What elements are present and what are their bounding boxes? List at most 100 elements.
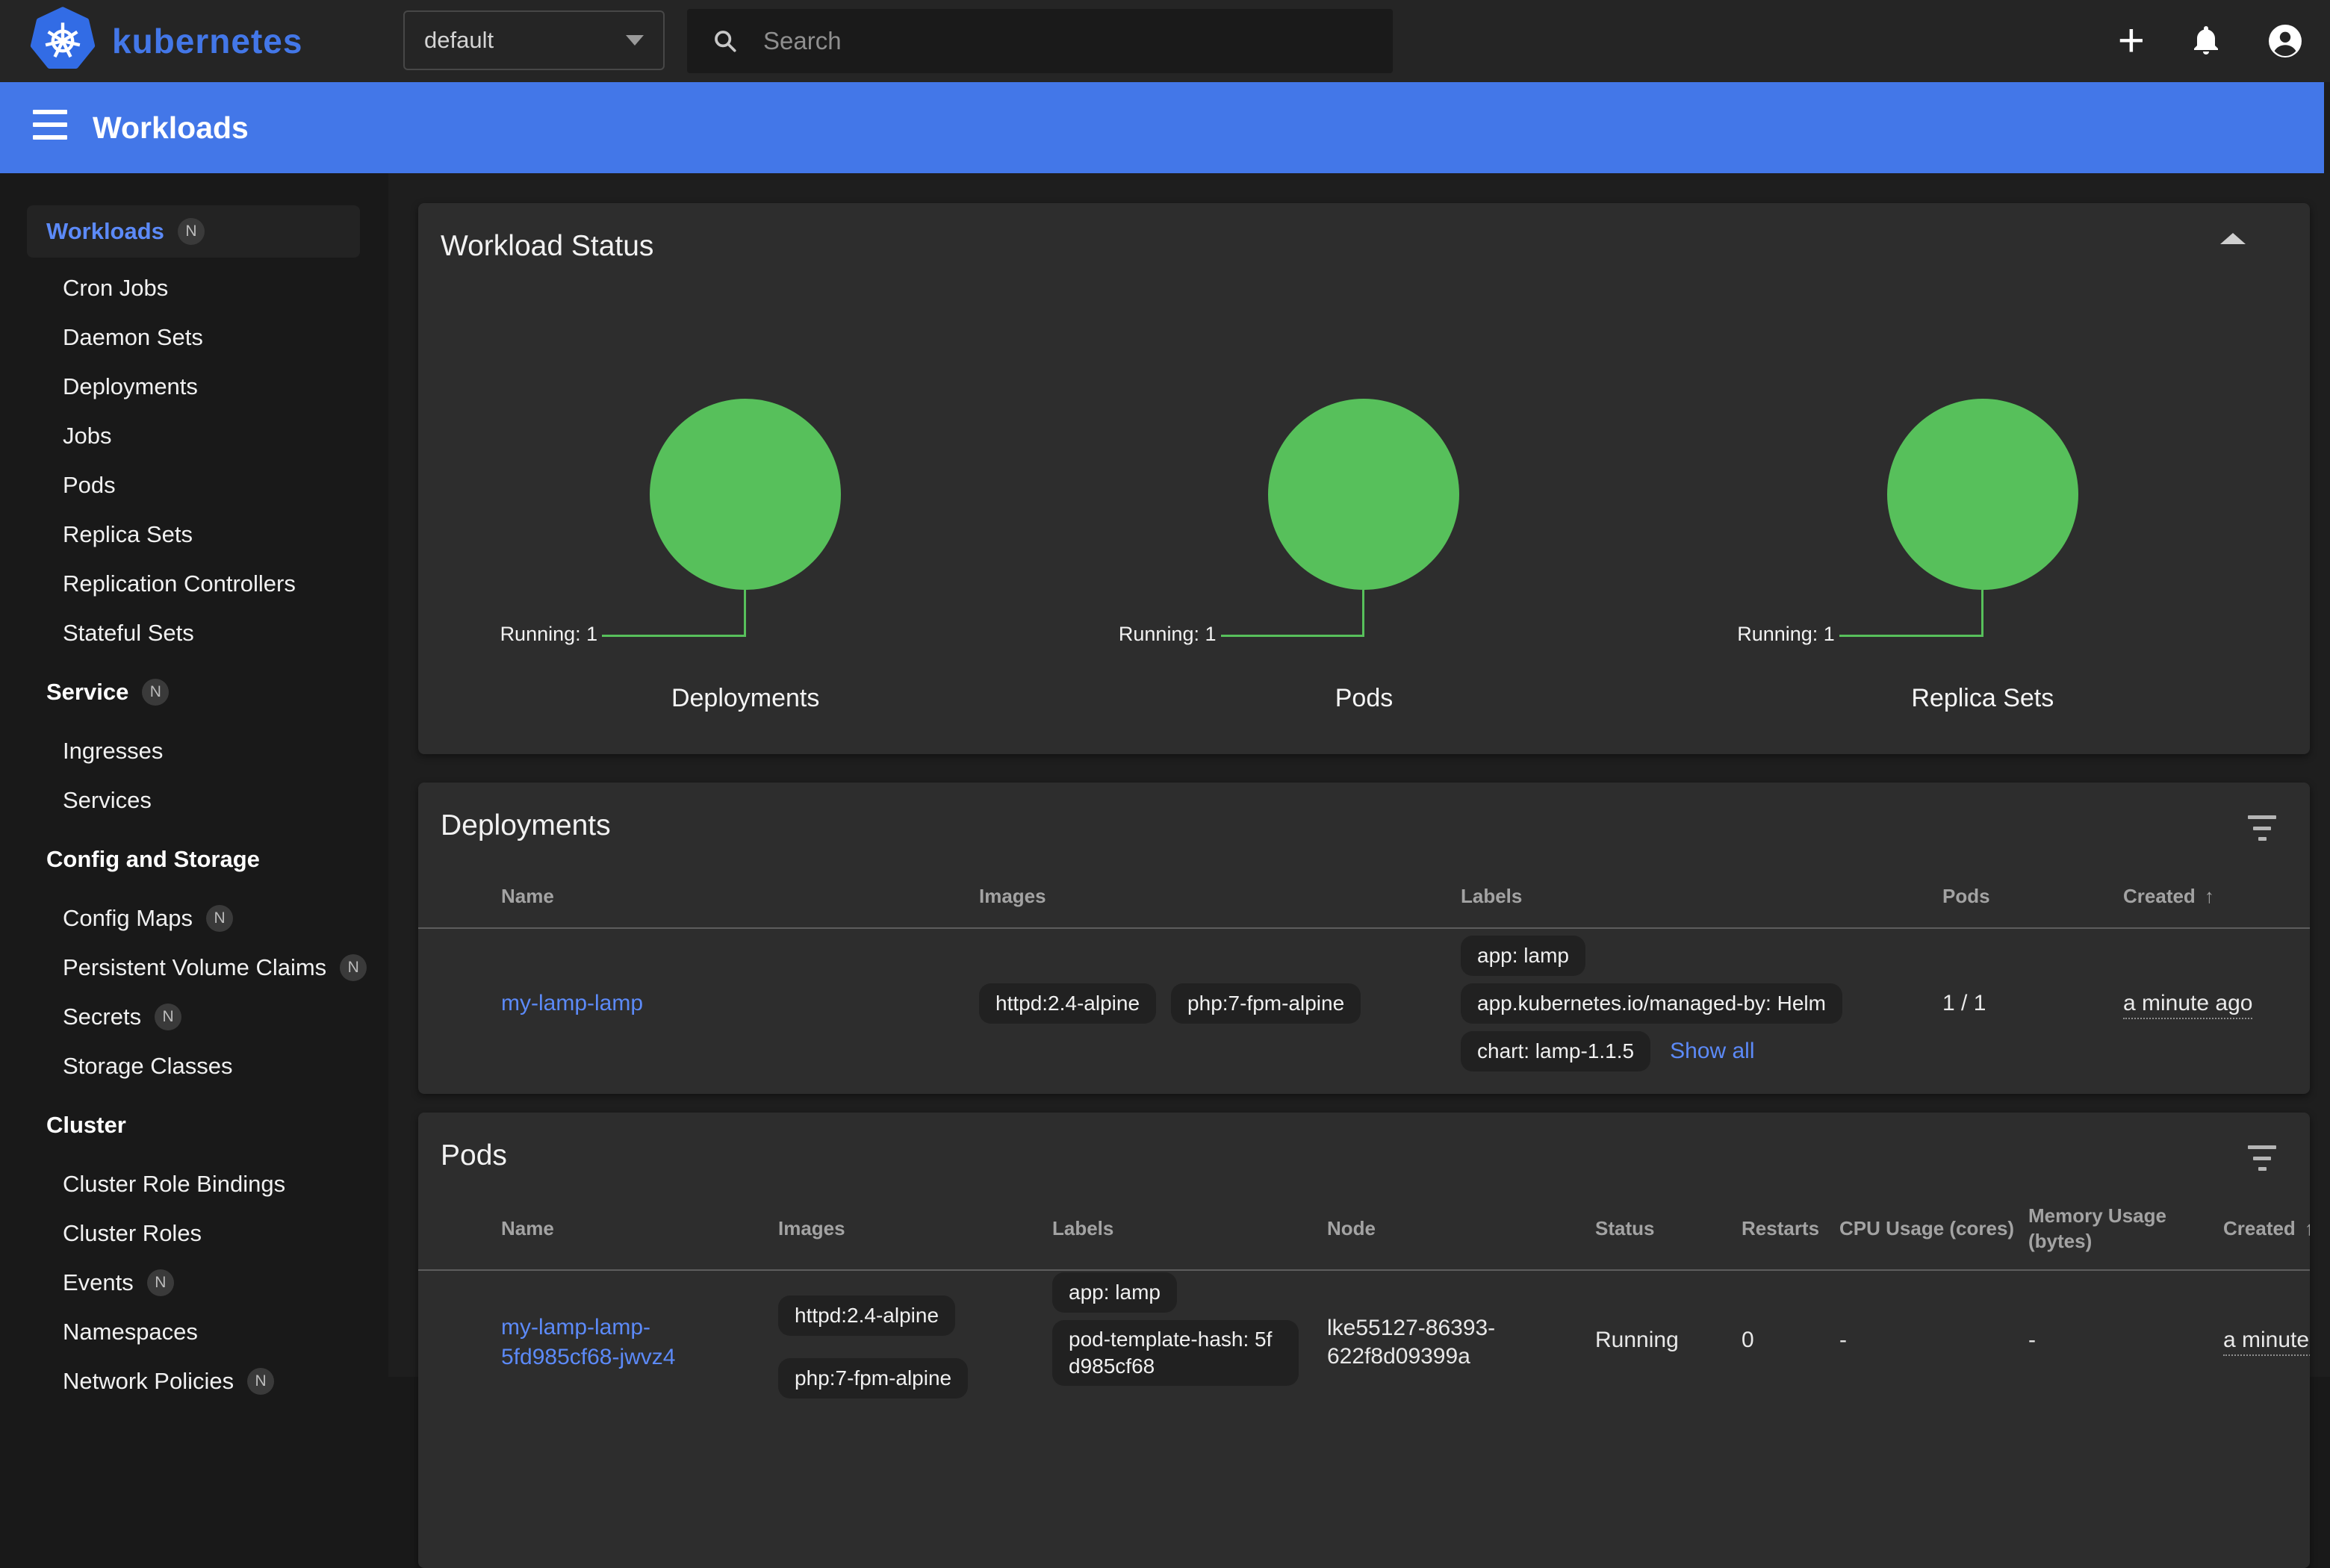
sidebar-item-namespaces[interactable]: Namespaces (0, 1307, 388, 1357)
pods-card-title: Pods (441, 1139, 507, 1172)
pie-chart-deployments (650, 399, 841, 590)
leader-line (1839, 635, 1983, 637)
sidebar-item-pods[interactable]: Pods (0, 461, 388, 510)
workload-status-charts: Running: 1 Deployments Running: 1 Pods R… (436, 399, 2292, 727)
image-chip: php:7-fpm-alpine (1171, 983, 1361, 1024)
sidebar-item-cluster-role-bindings[interactable]: Cluster Role Bindings (0, 1160, 388, 1209)
sidebar-item-service[interactable]: Service N (0, 668, 388, 717)
sidebar-item-network-policies[interactable]: Network Policies N (0, 1357, 388, 1406)
sidebar-item-deployments[interactable]: Deployments (0, 362, 388, 411)
namespaced-badge: N (147, 1269, 174, 1296)
chart-deployments: Running: 1 Deployments (436, 399, 1054, 727)
column-header-restarts[interactable]: Restarts (1742, 1217, 1839, 1240)
pie-chart-pods (1268, 399, 1459, 590)
sidebar-section-cluster: Cluster (0, 1101, 388, 1150)
column-header-images[interactable]: Images (979, 885, 1461, 908)
pie-slice-label: Running: 1 (1737, 623, 1835, 646)
collapse-card-icon[interactable] (2220, 233, 2246, 244)
created-timestamp: a minute ago (2123, 991, 2252, 1019)
column-header-pods[interactable]: Pods (1942, 885, 2123, 908)
pod-status: Running (1595, 1328, 1742, 1353)
leader-line (1362, 590, 1364, 637)
chevron-down-icon (626, 35, 644, 46)
column-header-labels[interactable]: Labels (1461, 885, 1942, 908)
namespace-selector[interactable]: default (403, 10, 665, 70)
sidebar-item-stateful-sets[interactable]: Stateful Sets (0, 609, 388, 658)
namespaced-badge: N (142, 679, 169, 706)
sidebar-item-storage-classes[interactable]: Storage Classes (0, 1042, 388, 1091)
sidebar-item-persistent-volume-claims[interactable]: Persistent Volume Claims N (0, 943, 388, 992)
sidebar-section-config-and-storage: Config and Storage (0, 835, 388, 884)
search-bar[interactable] (687, 9, 1393, 73)
menu-hamburger-icon[interactable] (33, 110, 67, 140)
kubernetes-logo-icon (30, 7, 96, 75)
column-header-labels[interactable]: Labels (1052, 1217, 1327, 1240)
image-chip: httpd:2.4-alpine (778, 1295, 955, 1336)
column-header-created[interactable]: Created (2123, 885, 2310, 908)
deployment-name-link[interactable]: my-lamp-lamp (501, 991, 643, 1015)
workload-status-card: Workload Status Running: 1 Deployments R… (418, 203, 2310, 754)
logo-text: kubernetes (112, 21, 302, 61)
sort-ascending-icon (2205, 885, 2214, 907)
sidebar-item-workloads[interactable]: Workloads N (27, 205, 360, 258)
column-header-name[interactable]: Name (501, 885, 979, 908)
pod-restarts: 0 (1742, 1328, 1839, 1353)
pod-name-link[interactable]: my-lamp-lamp-5fd985cf68-jwvz4 (501, 1315, 675, 1369)
sidebar-item-replica-sets[interactable]: Replica Sets (0, 510, 388, 559)
pod-memory-usage: - (2028, 1328, 2223, 1353)
label-chip: pod-template-hash: 5fd985cf68 (1052, 1320, 1299, 1386)
sidebar-item-secrets[interactable]: Secrets N (0, 992, 388, 1042)
notifications-bell-icon[interactable] (2188, 23, 2224, 59)
kubernetes-logo[interactable]: kubernetes (30, 7, 302, 75)
created-timestamp: a minute ago (2223, 1328, 2310, 1356)
deployment-table-row: my-lamp-lamp httpd:2.4-alpine php:7-fpm-… (418, 929, 2310, 1078)
pods-table-header: Name Images Labels Node Status Restarts … (418, 1187, 2310, 1271)
image-chip: php:7-fpm-alpine (778, 1358, 968, 1399)
column-header-name[interactable]: Name (501, 1217, 778, 1240)
column-header-status[interactable]: Status (1595, 1217, 1742, 1240)
chart-title: Deployments (436, 684, 1054, 713)
namespaced-badge: N (340, 954, 367, 981)
filter-icon[interactable] (2247, 1145, 2277, 1171)
label-chip: app: lamp (1052, 1272, 1177, 1313)
column-header-cpu-usage[interactable]: CPU Usage (cores) (1839, 1217, 2028, 1240)
sidebar-item-daemon-sets[interactable]: Daemon Sets (0, 313, 388, 362)
pie-slice-label: Running: 1 (500, 623, 598, 646)
show-all-labels-link[interactable]: Show all (1670, 1039, 1754, 1064)
app-header: kubernetes default + (0, 0, 2330, 82)
pod-cpu-usage: - (1839, 1328, 2028, 1353)
create-resource-icon[interactable]: + (2118, 18, 2145, 64)
workload-status-title: Workload Status (441, 230, 653, 263)
chart-replica-sets: Running: 1 Replica Sets (1674, 399, 2292, 727)
sidebar-item-config-maps[interactable]: Config Maps N (0, 894, 388, 943)
deployments-card: Deployments Name Images Labels Pods Crea… (418, 783, 2310, 1094)
pie-chart-replica-sets (1887, 399, 2078, 590)
chart-title: Pods (1054, 684, 1673, 713)
deployments-card-title: Deployments (441, 809, 611, 842)
column-header-images[interactable]: Images (778, 1217, 1052, 1240)
sidebar-item-cluster-roles[interactable]: Cluster Roles (0, 1209, 388, 1258)
leader-line (744, 590, 746, 637)
sidebar-item-replication-controllers[interactable]: Replication Controllers (0, 559, 388, 609)
namespaced-badge: N (155, 1004, 181, 1030)
sidebar-item-cron-jobs[interactable]: Cron Jobs (0, 264, 388, 313)
chart-pods: Running: 1 Pods (1054, 399, 1673, 727)
account-avatar-icon[interactable] (2267, 23, 2303, 59)
namespace-selected-value: default (424, 27, 494, 54)
filter-icon[interactable] (2247, 815, 2277, 841)
sidebar-item-ingresses[interactable]: Ingresses (0, 727, 388, 776)
pods-count: 1 / 1 (1942, 991, 2123, 1016)
sidebar-item-jobs[interactable]: Jobs (0, 411, 388, 461)
leader-line (1221, 635, 1364, 637)
column-header-node[interactable]: Node (1327, 1217, 1595, 1240)
leader-line (602, 635, 745, 637)
search-input[interactable] (762, 26, 1347, 56)
deployments-table-header: Name Images Labels Pods Created (418, 865, 2310, 929)
sidebar-item-events[interactable]: Events N (0, 1258, 388, 1307)
sort-ascending-icon (2305, 1217, 2310, 1239)
sidebar-item-services[interactable]: Services (0, 776, 388, 825)
column-header-created[interactable]: Created (2223, 1217, 2310, 1240)
namespaced-badge: N (247, 1368, 274, 1395)
column-header-memory-usage[interactable]: Memory Usage (bytes) (2028, 1203, 2223, 1254)
page-toolbar: Workloads (0, 82, 2330, 173)
